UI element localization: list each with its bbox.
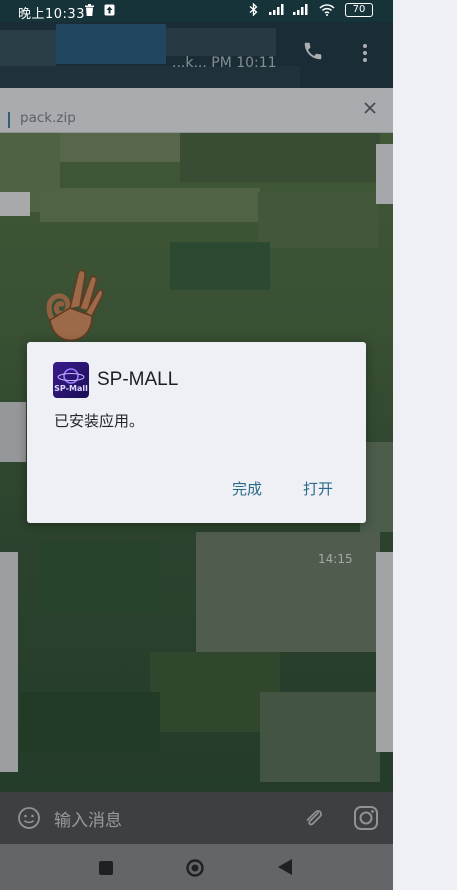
- signal-icon: [268, 4, 284, 15]
- upload-icon: [104, 4, 115, 15]
- install-complete-dialog: SP-Mall SP-MALL 已安装应用。 完成 打开: [27, 342, 366, 523]
- status-time: 晚上10:33: [18, 7, 85, 22]
- bluetooth-icon: [250, 3, 258, 16]
- wifi-icon: [319, 3, 335, 16]
- app-icon: SP-Mall: [53, 362, 89, 398]
- background-strip: [393, 0, 457, 890]
- app-icon-label: SP-Mall: [54, 384, 88, 393]
- signal-icon: [292, 4, 308, 15]
- trash-icon: [85, 3, 94, 16]
- phone-screen: 14:15 ...k... PM 10:11 pack.zip 输入消息 晚上1…: [0, 0, 393, 890]
- done-button[interactable]: 完成: [232, 478, 262, 499]
- dialog-message: 已安装应用。: [54, 412, 145, 430]
- status-bar: 晚上10:33 70: [0, 0, 393, 22]
- dialog-title: SP-MALL: [97, 369, 179, 390]
- open-button[interactable]: 打开: [303, 478, 333, 499]
- battery-icon: 70: [345, 2, 373, 17]
